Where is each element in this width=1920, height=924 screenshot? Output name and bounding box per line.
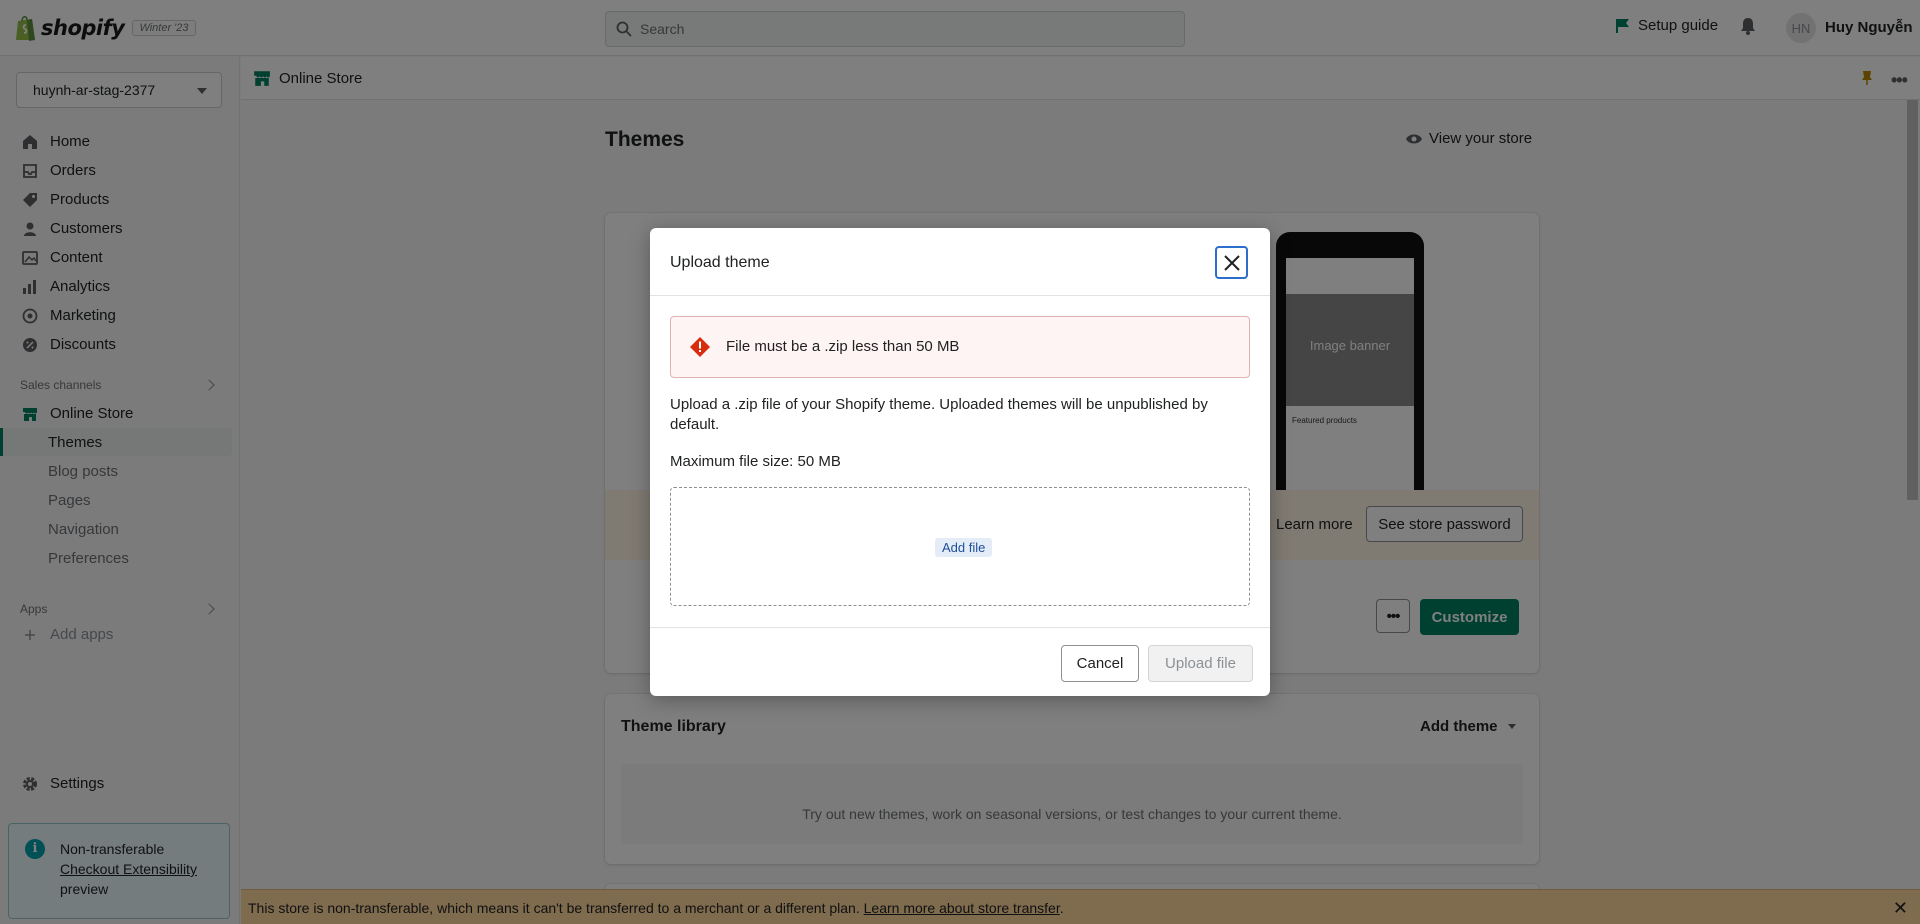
cancel-button[interactable]: Cancel xyxy=(1061,645,1139,682)
modal-close-button[interactable] xyxy=(1215,246,1248,279)
add-file-button[interactable]: Add file xyxy=(935,538,993,557)
modal-header: Upload theme xyxy=(650,228,1270,296)
modal-description: Upload a .zip file of your Shopify theme… xyxy=(670,396,1208,433)
upload-file-button[interactable]: Upload file xyxy=(1148,645,1253,682)
error-message: File must be a .zip less than 50 MB xyxy=(726,338,960,355)
file-dropzone[interactable]: Add file xyxy=(670,487,1250,606)
modal-footer-divider xyxy=(650,627,1270,628)
max-file-size: Maximum file size: 50 MB xyxy=(670,453,841,470)
modal-title: Upload theme xyxy=(670,254,770,271)
close-icon xyxy=(1223,254,1240,271)
upload-theme-modal: Upload theme File must be a .zip less th… xyxy=(650,228,1270,696)
error-banner: File must be a .zip less than 50 MB xyxy=(670,316,1250,378)
alert-diamond-icon xyxy=(689,336,711,362)
